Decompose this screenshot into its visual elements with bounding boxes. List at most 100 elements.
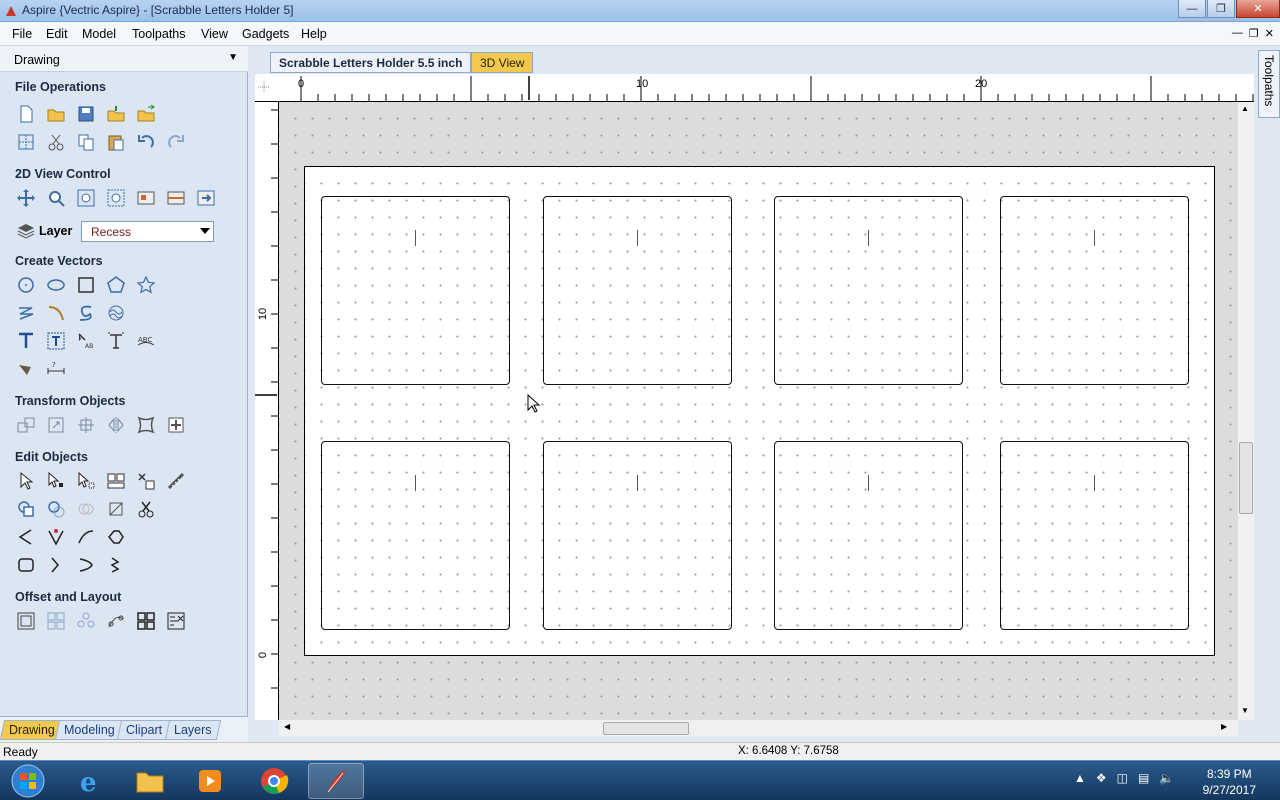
scroll-up-icon[interactable]: ▲ (1241, 104, 1249, 113)
tab-3d-view[interactable]: 3D View (471, 52, 534, 73)
letter-tile-vector[interactable] (321, 441, 510, 630)
menu-model[interactable]: Model (82, 27, 116, 41)
ellipse-tool-icon[interactable] (45, 274, 67, 296)
horizontal-scroll-thumb[interactable] (603, 722, 689, 735)
view-layout-icon[interactable] (165, 187, 187, 209)
zoom-selection-icon[interactable] (105, 187, 127, 209)
scroll-left-icon[interactable]: ◀ (284, 722, 290, 731)
wave-tool-icon[interactable] (105, 302, 127, 324)
export-folder-icon[interactable] (135, 103, 157, 125)
taskbar-chrome[interactable] (246, 763, 302, 799)
auto-text-icon[interactable] (45, 330, 67, 352)
circle-tool-icon[interactable] (15, 274, 37, 296)
tray-expand-icon[interactable]: ▲ (1074, 771, 1086, 785)
copy-icon[interactable] (75, 131, 97, 153)
nesting-icon[interactable] (135, 610, 157, 632)
tab-2d-document[interactable]: Scrabble Letters Holder 5.5 inch (270, 52, 472, 73)
set-size-icon[interactable] (165, 414, 187, 436)
letter-tile-vector[interactable] (543, 196, 732, 385)
measure-tool-icon[interactable] (165, 470, 187, 492)
volume-icon[interactable]: 🔈 (1159, 771, 1174, 785)
move-tool-icon[interactable] (15, 414, 37, 436)
maximize-button[interactable]: ❐ (1207, 0, 1235, 18)
intersect-vectors-icon[interactable] (75, 498, 97, 520)
dimension-tool-icon[interactable]: ? (45, 358, 67, 380)
fillet-tool-icon[interactable] (105, 498, 127, 520)
material-sheet[interactable] (304, 166, 1215, 656)
text-tool-icon[interactable] (15, 330, 37, 352)
distort-tool-icon[interactable] (135, 414, 157, 436)
smooth-vector-icon[interactable] (75, 526, 97, 548)
polyline-tool-icon[interactable] (15, 302, 37, 324)
new-file-icon[interactable] (15, 103, 37, 125)
pin-icon[interactable]: ▼ (228, 52, 238, 63)
ungroup-objects-icon[interactable] (135, 470, 157, 492)
tab-modeling[interactable]: Modeling (54, 720, 124, 740)
mdi-restore-icon[interactable]: ❐ (1249, 27, 1259, 40)
drawing-canvas[interactable] (279, 102, 1238, 720)
text-format-icon[interactable] (105, 330, 127, 352)
minimize-button[interactable]: — (1178, 0, 1206, 18)
weld-vectors-icon[interactable] (15, 498, 37, 520)
close-window-button[interactable]: ✕ (1236, 0, 1280, 18)
select-arrow-icon[interactable] (15, 470, 37, 492)
menu-gadgets[interactable]: Gadgets (242, 27, 289, 41)
trim-vectors-icon[interactable] (135, 498, 157, 520)
subtract-vectors-icon[interactable] (45, 498, 67, 520)
view-toggle-icon[interactable] (195, 187, 217, 209)
node-edit-icon[interactable] (45, 470, 67, 492)
draw-shape-icon[interactable] (15, 358, 37, 380)
horizontal-scrollbar[interactable]: ◀ ▶ (279, 720, 1238, 736)
tray-device-icon[interactable]: ◫ (1117, 771, 1128, 785)
star-tool-icon[interactable] (135, 274, 157, 296)
taskbar-internet-explorer[interactable]: e (62, 763, 118, 799)
text-on-curve-icon[interactable]: AB (75, 330, 97, 352)
import-folder-icon[interactable] (105, 103, 127, 125)
network-icon[interactable]: ▤ (1138, 771, 1149, 785)
scroll-down-icon[interactable]: ▼ (1241, 706, 1249, 715)
open-folder-icon[interactable] (45, 103, 67, 125)
tab-clipart[interactable]: Clipart (116, 720, 172, 740)
vertical-scroll-thumb[interactable] (1239, 442, 1253, 514)
save-icon[interactable] (75, 103, 97, 125)
curve-tool-icon[interactable] (75, 302, 97, 324)
menu-toolpaths[interactable]: Toolpaths (132, 27, 186, 41)
offset-layout-icon[interactable] (15, 610, 37, 632)
menu-edit[interactable]: Edit (46, 27, 68, 41)
taskbar-file-explorer[interactable] (122, 763, 178, 799)
close-vector-icon[interactable] (15, 526, 37, 548)
letter-tile-vector[interactable] (321, 196, 510, 385)
letter-tile-vector[interactable] (774, 441, 963, 630)
layer-dropdown[interactable]: Recess (81, 221, 214, 242)
interactive-select-icon[interactable] (75, 470, 97, 492)
join-vectors-icon[interactable] (45, 526, 67, 548)
zoom-to-fit-icon[interactable] (75, 187, 97, 209)
undo-icon[interactable] (135, 131, 157, 153)
extend-vector-icon[interactable] (105, 554, 127, 576)
copy-along-curve-icon[interactable] (105, 610, 127, 632)
group-objects-icon[interactable] (105, 470, 127, 492)
align-tool-icon[interactable] (75, 414, 97, 436)
letter-tile-vector[interactable] (774, 196, 963, 385)
letter-tile-vector[interactable] (543, 441, 732, 630)
view-material-icon[interactable] (135, 187, 157, 209)
scroll-right-icon[interactable]: ▶ (1221, 722, 1227, 731)
rectangle-tool-icon[interactable] (75, 274, 97, 296)
system-clock[interactable]: 8:39 PM 9/27/2017 (1203, 766, 1256, 798)
dropbox-icon[interactable]: ❖ (1096, 771, 1107, 785)
redo-icon[interactable] (165, 131, 187, 153)
offset-vector-icon[interactable] (15, 554, 37, 576)
scale-tool-icon[interactable] (45, 414, 67, 436)
mdi-minimize-icon[interactable]: — (1232, 27, 1243, 40)
mdi-close-icon[interactable]: ✕ (1265, 27, 1274, 40)
letter-tile-vector[interactable] (1000, 441, 1189, 630)
zoom-icon[interactable] (45, 187, 67, 209)
bend-left-icon[interactable] (45, 554, 67, 576)
start-button[interactable] (0, 763, 56, 799)
tab-layers[interactable]: Layers (164, 720, 221, 740)
polygon-tool-icon[interactable] (105, 274, 127, 296)
toolpaths-side-tab[interactable]: Toolpaths (1258, 50, 1280, 118)
menu-view[interactable]: View (201, 27, 228, 41)
letter-tile-vector[interactable] (1000, 196, 1189, 385)
arc-text-icon[interactable]: ABC (135, 330, 157, 352)
